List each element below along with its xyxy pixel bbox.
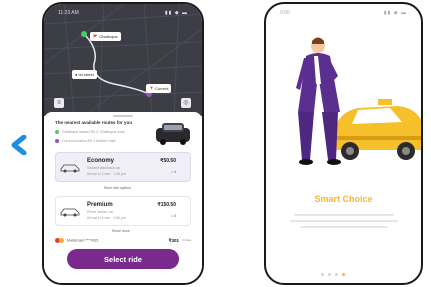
- dropoff-pin-label[interactable]: 🚩 Ghatkopar: [90, 32, 121, 41]
- page-dot[interactable]: [321, 273, 324, 276]
- sheet-title: The nearest available routes for you: [55, 120, 133, 125]
- ride-description: Sedan/Hatchback car: [87, 166, 121, 170]
- layers-icon[interactable]: ≡: [54, 98, 64, 108]
- back-chevron-icon[interactable]: [8, 135, 32, 155]
- select-ride-button[interactable]: Select ride: [67, 249, 179, 269]
- route-map[interactable]: 11:23 AM ▮▮ ◆ ▬ 🚩 Ghatkopar ● Ist street…: [44, 4, 202, 116]
- ride-name: Premium: [87, 202, 113, 208]
- pickup-address: Ghatkopar station Rd 3, Ghatkopar west: [55, 130, 124, 135]
- ride-seats: • 4: [171, 169, 176, 174]
- mastercard-icon: [55, 238, 64, 243]
- ride-arrival: Arrival in 2 min · 1:45 pm: [87, 172, 126, 176]
- page-indicator[interactable]: [321, 263, 349, 281]
- taxi-icon: [334, 99, 421, 160]
- onboarding-phone: 9:00 ▮▮ ◆ ▬ Smart Choice: [264, 2, 423, 285]
- page-dot[interactable]: [335, 273, 338, 276]
- onboarding-illustration: [296, 37, 421, 165]
- drop-dot-icon: [55, 139, 59, 144]
- status-bar: 11:23 AM ▮▮ ◆ ▬: [44, 4, 202, 20]
- eta-pin-label: ● Ist street: [72, 70, 97, 79]
- ride-price: ₹50.50: [160, 158, 176, 164]
- ride-selection-phone: 11:23 AM ▮▮ ◆ ▬ 🚩 Ghatkopar ● Ist street…: [42, 2, 204, 285]
- car-premium-icon: [60, 208, 80, 217]
- show-more-link[interactable]: Show more: [112, 229, 130, 233]
- payment-extra: 2 rides: [181, 238, 191, 242]
- more-ride-options-link[interactable]: More ride options: [104, 186, 131, 190]
- payment-total: ₹301: [168, 238, 179, 243]
- car-sedan-icon: [60, 164, 80, 173]
- page-dot-active[interactable]: [342, 273, 345, 276]
- status-time: 11:23 AM: [58, 10, 79, 16]
- drop-address: Current location Rd 4 Andheri east: [55, 139, 116, 144]
- businessman-figure: [296, 37, 341, 165]
- pickup-pin-label[interactable]: 📍 Current: [146, 84, 172, 93]
- description-line: [294, 214, 394, 216]
- ride-price: ₹150.50: [157, 202, 176, 208]
- ride-option-economy[interactable]: Economy Sedan/Hatchback car Arrival in 2…: [55, 152, 191, 182]
- ride-name: Economy: [87, 158, 115, 164]
- ride-bottom-sheet: The nearest available routes for you Gha…: [44, 112, 202, 283]
- ride-description: Prime Sedan car: [87, 210, 114, 214]
- payment-method-row[interactable]: Mastercard ****4321 ₹301 2 rides: [55, 238, 191, 243]
- page-dot[interactable]: [328, 273, 331, 276]
- onboarding-title: Smart Choice: [314, 194, 373, 204]
- ride-seats: • 4: [171, 213, 176, 218]
- status-icons: ▮▮ ◆ ▬: [164, 10, 188, 16]
- description-line: [290, 220, 398, 222]
- ride-option-premium[interactable]: Premium Prime Sedan car Arrival in 5 min…: [55, 196, 191, 226]
- ride-arrival: Arrival in 5 min · 1:50 pm: [87, 216, 126, 220]
- car-illustration-icon: [156, 123, 190, 145]
- pickup-dot-icon: [55, 130, 59, 135]
- sheet-handle[interactable]: [113, 115, 133, 117]
- locate-icon[interactable]: ◎: [181, 98, 191, 108]
- payment-label: Mastercard ****4321: [67, 238, 99, 243]
- description-line: [300, 226, 388, 228]
